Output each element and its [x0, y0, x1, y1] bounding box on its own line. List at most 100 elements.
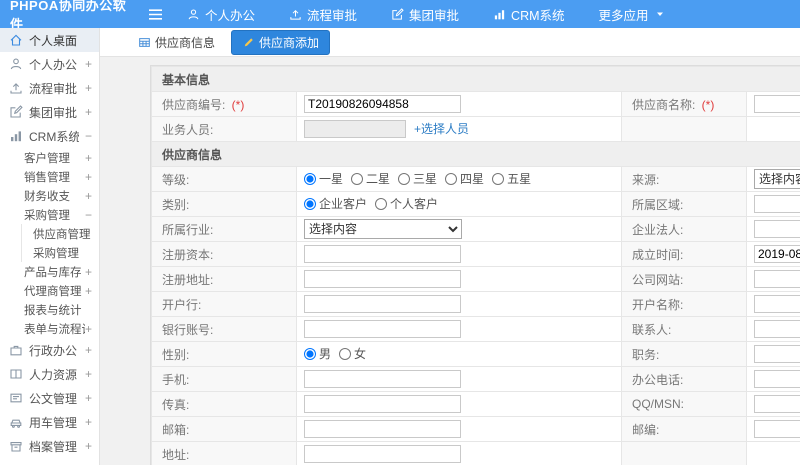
postcode-input[interactable] — [754, 420, 800, 438]
source-select[interactable]: 选择内容 — [754, 169, 800, 189]
sidebar-item-公文管理[interactable]: 公文管理 + — [0, 386, 99, 410]
sidebar-item-表单与流程设置[interactable]: 表单与流程设置+ — [0, 319, 99, 338]
sidebar-item-代理商管理[interactable]: 代理商管理 + — [0, 281, 99, 300]
contact-person-input[interactable] — [754, 320, 800, 338]
expand-toggle-icon[interactable]: + — [85, 170, 92, 184]
expand-toggle-icon[interactable]: + — [85, 105, 92, 119]
business-staff-input[interactable] — [304, 120, 406, 138]
topbar-nav-item[interactable]: CRM系统 — [476, 0, 581, 28]
field-label: 职务: — [632, 347, 660, 362]
industry-select[interactable]: 选择内容 — [304, 219, 462, 239]
registered-capital-input[interactable] — [304, 245, 461, 263]
level-radio-input[interactable] — [351, 172, 364, 185]
topbar-nav-item[interactable]: 集团审批 — [374, 0, 476, 28]
radio-label: 男 — [319, 347, 332, 362]
edit-icon — [9, 105, 23, 119]
expand-toggle-icon[interactable]: + — [85, 81, 92, 95]
tab-供应商添加[interactable]: 供应商添加 — [231, 29, 331, 55]
level-radio-input[interactable] — [398, 172, 411, 185]
sidebar-item-供应商管理[interactable]: 供应商管理 — [0, 224, 99, 243]
contact-person-cell — [745, 316, 800, 342]
sidebar-item-label: 用车管理 — [29, 415, 78, 430]
gender-radio-男[interactable]: 男 — [304, 345, 331, 362]
office-phone-input[interactable] — [754, 370, 800, 388]
region-input[interactable] — [754, 195, 800, 213]
sidebar-item-label: 档案管理 — [29, 439, 78, 454]
expand-toggle-icon[interactable]: − — [85, 208, 92, 222]
hamburger-icon[interactable] — [140, 8, 170, 21]
qq-msn-input[interactable] — [754, 395, 800, 413]
expand-toggle-icon[interactable]: + — [85, 151, 92, 165]
field-label: 类别: — [162, 197, 190, 212]
supplier-code-cell — [296, 91, 622, 117]
category-radio-个人客户[interactable]: 个人客户 — [375, 195, 438, 212]
topbar-nav-item[interactable]: 更多应用 — [582, 0, 683, 28]
founded-date-input[interactable] — [754, 245, 800, 263]
edit-icon — [391, 7, 404, 21]
level-radio-二星[interactable]: 二星 — [351, 170, 390, 187]
choose-person-link[interactable]: +选择人员 — [414, 122, 469, 136]
sidebar-item-财务收支[interactable]: 财务收支 + — [0, 186, 99, 205]
level-cell: 一星 二星 三星 四星 五星 — [296, 166, 622, 192]
level-radio-input[interactable] — [492, 172, 505, 185]
sidebar-item-销售管理[interactable]: 销售管理 + — [0, 167, 99, 186]
sidebar-item-行政办公[interactable]: 行政办公 + — [0, 338, 99, 362]
level-radio-五星[interactable]: 五星 — [492, 170, 531, 187]
topbar-nav-item[interactable]: 个人办公 — [170, 0, 272, 28]
position-input[interactable] — [754, 345, 800, 363]
supplier-code-input[interactable] — [304, 95, 461, 113]
legal-person-input[interactable] — [754, 220, 800, 238]
form-row: 银行账号: 联系人: — [151, 316, 800, 342]
sidebar-item-CRM系统[interactable]: CRM系统 − — [0, 124, 99, 148]
supplier-name-input[interactable] — [754, 95, 800, 113]
level-radio-三星[interactable]: 三星 — [398, 170, 437, 187]
account-name-input[interactable] — [754, 295, 800, 313]
address-input[interactable] — [304, 445, 461, 463]
expand-toggle-icon[interactable]: + — [85, 439, 92, 453]
company-website-input[interactable] — [754, 270, 800, 288]
sidebar-item-label: 集团审批 — [29, 105, 78, 120]
gender-radio-input[interactable] — [339, 347, 352, 360]
level-radio-input[interactable] — [304, 172, 316, 185]
sidebar-item-个人桌面[interactable]: 个人桌面 — [0, 28, 99, 52]
expand-toggle-icon[interactable]: + — [85, 391, 92, 405]
tab-供应商信息[interactable]: 供应商信息 — [132, 31, 221, 54]
sidebar-item-采购管理[interactable]: 采购管理 − — [0, 205, 99, 224]
expand-toggle-icon[interactable]: + — [85, 415, 92, 429]
gender-radio-input[interactable] — [304, 347, 316, 360]
sidebar-item-流程审批[interactable]: 流程审批 + — [0, 76, 99, 100]
bank-account-input[interactable] — [304, 320, 461, 338]
expand-toggle-icon[interactable]: + — [85, 284, 92, 298]
category-radio-input[interactable] — [375, 197, 388, 210]
level-radio-input[interactable] — [445, 172, 458, 185]
fax-input[interactable] — [304, 395, 461, 413]
sidebar-item-客户管理[interactable]: 客户管理 + — [0, 148, 99, 167]
expand-toggle-icon[interactable]: + — [85, 343, 92, 357]
expand-toggle-icon[interactable]: + — [85, 265, 92, 279]
category-radio-input[interactable] — [304, 197, 316, 210]
category-radio-企业客户[interactable]: 企业客户 — [304, 195, 367, 212]
expand-toggle-icon[interactable]: + — [85, 189, 92, 203]
sidebar-item-人力资源[interactable]: 人力资源 + — [0, 362, 99, 386]
expand-toggle-icon[interactable]: + — [85, 57, 92, 71]
registered-address-input[interactable] — [304, 270, 461, 288]
sidebar-item-label: CRM系统 — [29, 129, 79, 144]
sidebar-item-用车管理[interactable]: 用车管理 + — [0, 410, 99, 434]
sidebar-item-产品与库存[interactable]: 产品与库存 + — [0, 262, 99, 281]
sidebar-item-采购管理[interactable]: 采购管理 — [0, 243, 99, 262]
level-radio-一星[interactable]: 一星 — [304, 170, 343, 187]
sidebar-item-档案管理[interactable]: 档案管理 + — [0, 434, 99, 458]
sidebar-item-集团审批[interactable]: 集团审批 + — [0, 100, 99, 124]
mobile-input[interactable] — [304, 370, 461, 388]
field-label: 地址: — [162, 447, 190, 462]
sidebar-item-个人办公[interactable]: 个人办公 + — [0, 52, 99, 76]
email-input[interactable] — [304, 420, 461, 438]
expand-toggle-icon[interactable]: + — [85, 367, 92, 381]
expand-toggle-icon[interactable]: + — [85, 322, 92, 336]
expand-toggle-icon[interactable]: − — [85, 129, 92, 143]
sidebar-item-报表与统计[interactable]: 报表与统计 — [0, 300, 99, 319]
bank-input[interactable] — [304, 295, 461, 313]
level-radio-四星[interactable]: 四星 — [445, 170, 484, 187]
gender-radio-女[interactable]: 女 — [339, 345, 366, 362]
topbar-nav-item[interactable]: 流程审批 — [272, 0, 374, 28]
